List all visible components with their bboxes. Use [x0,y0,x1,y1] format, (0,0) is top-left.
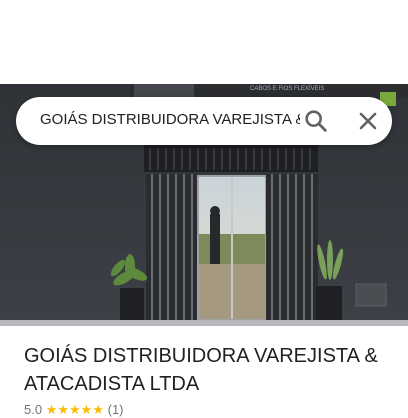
rating-row[interactable]: 5.0 ★★★★★ (1) [24,402,124,418]
photo-sign-text: CABOS E FIOS FLEXÍVEIS [250,85,324,92]
search-input[interactable]: GOIÁS DISTRIBUIDORA VAREJISTA & ATACADIS… [40,111,300,128]
search-bar[interactable]: GOIÁS DISTRIBUIDORA VAREJISTA & ATACADIS… [16,97,392,145]
close-icon [359,112,377,130]
clear-search-button[interactable] [354,107,382,135]
search-icon [305,110,327,132]
place-title: GOIÁS DISTRIBUIDORA VAREJISTA & ATACADIS… [24,345,378,395]
search-button[interactable] [302,107,330,135]
